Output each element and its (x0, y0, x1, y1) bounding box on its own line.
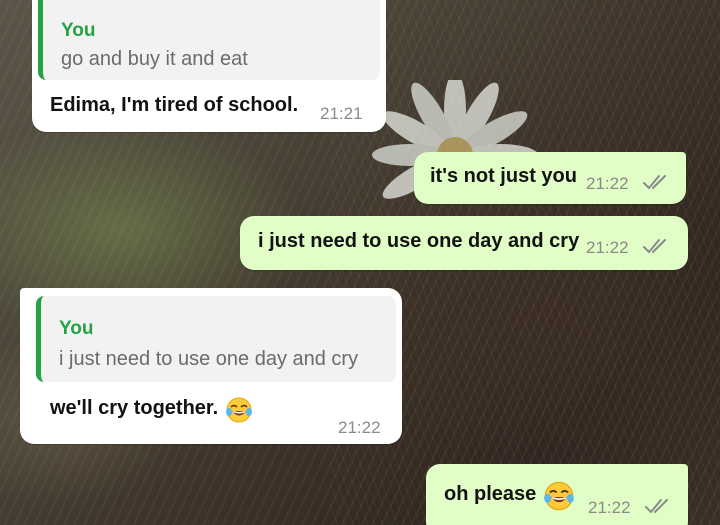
quote-author: You (59, 318, 94, 339)
double-check-icon (643, 175, 666, 189)
message-time: 21:22 (586, 238, 629, 257)
message-text: we'll cry together. (50, 397, 219, 420)
message-time: 21:22 (338, 418, 381, 437)
double-check-icon (643, 239, 666, 253)
message-text: it's not just you (430, 165, 577, 187)
message-time: 21:22 (588, 498, 631, 517)
quoted-reply[interactable]: You i just need to use one day and cry (36, 296, 396, 382)
double-check-icon (645, 499, 668, 513)
message-text-row: oh please (444, 480, 575, 512)
message-text-row: we'll cry together. (50, 396, 253, 424)
tears-of-joy-emoji (543, 481, 574, 511)
message-bubble-outgoing[interactable]: oh please 21:22 (426, 464, 688, 525)
message-time: 21:21 (320, 104, 363, 123)
tears-of-joy-emoji (225, 397, 252, 423)
message-bubble-outgoing[interactable]: it's not just you 21:22 (414, 152, 686, 204)
message-text: i just need to use one day and cry (258, 230, 580, 252)
message-bubble-outgoing[interactable]: i just need to use one day and cry 21:22 (240, 216, 688, 270)
quoted-reply[interactable]: You go and buy it and eat (38, 0, 380, 80)
quote-text: go and buy it and eat (61, 48, 248, 70)
message-text: Edima, I'm tired of school. (50, 94, 299, 116)
message-text: oh please (444, 483, 537, 506)
message-time: 21:22 (586, 174, 629, 193)
message-bubble-incoming[interactable]: You i just need to use one day and cry w… (20, 288, 402, 444)
quote-text: i just need to use one day and cry (59, 348, 359, 370)
message-bubble-incoming[interactable]: You go and buy it and eat Edima, I'm tir… (32, 0, 386, 132)
quote-author: You (61, 20, 96, 41)
